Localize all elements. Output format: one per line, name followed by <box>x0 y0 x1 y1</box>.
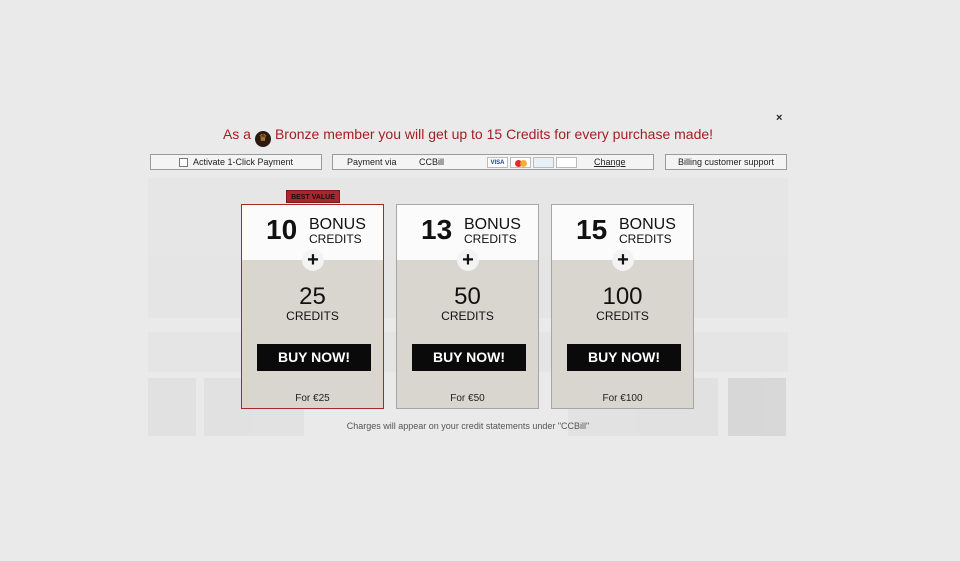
credit-package-100: 15 BONUS CREDITS + 100 CREDITS BUY NOW! … <box>551 204 694 409</box>
diners-club-icon <box>533 157 554 168</box>
credits-amount: 100 <box>602 283 643 310</box>
discover-icon <box>556 157 577 168</box>
change-payment-link[interactable]: Change <box>594 157 626 167</box>
package-price: For €50 <box>450 393 485 404</box>
bonus-credits-label: CREDITS <box>464 232 517 246</box>
bronze-medal-icon: ♛ <box>254 131 271 147</box>
package-price: For €25 <box>295 393 330 404</box>
card-logos: VISA <box>487 157 577 168</box>
one-click-checkbox[interactable] <box>178 157 188 167</box>
billing-support-button[interactable]: Billing customer support <box>665 154 787 170</box>
plus-icon: + <box>612 249 634 271</box>
mastercard-icon <box>510 157 531 168</box>
payment-processor: CCBill <box>419 157 445 167</box>
credit-package-25: BEST VALUE 10 BONUS CREDITS + 25 CREDITS… <box>241 190 384 409</box>
billing-footnote: Charges will appear on your credit state… <box>346 421 590 431</box>
buy-now-button[interactable]: BUY NOW! <box>257 344 371 371</box>
promo-message: As a ♛ Bronze member you will get up to 15… <box>143 126 793 147</box>
one-click-payment-toggle[interactable]: Activate 1-Click Payment <box>150 154 322 170</box>
credit-package-50: 13 BONUS CREDITS + 50 CREDITS BUY NOW! F… <box>396 204 539 409</box>
best-value-badge: BEST VALUE <box>286 190 340 203</box>
package-price: For €100 <box>602 393 643 404</box>
visa-icon: VISA <box>487 157 508 168</box>
bonus-label: BONUS <box>309 216 366 233</box>
credits-label: CREDITS <box>286 309 339 323</box>
bonus-credits-label: CREDITS <box>619 232 672 246</box>
plus-icon: + <box>302 249 324 271</box>
buy-now-button[interactable]: BUY NOW! <box>567 344 681 371</box>
bonus-amount: 10 <box>266 214 298 245</box>
bonus-amount: 13 <box>421 214 453 245</box>
bonus-credits-label: CREDITS <box>309 232 362 246</box>
bonus-amount: 15 <box>576 214 608 245</box>
credits-label: CREDITS <box>441 309 494 323</box>
close-button[interactable]: × <box>776 112 782 124</box>
bonus-label: BONUS <box>464 216 521 233</box>
payment-via-label: Payment via <box>347 157 397 167</box>
credits-label: CREDITS <box>596 309 649 323</box>
buy-now-button[interactable]: BUY NOW! <box>412 344 526 371</box>
plus-icon: + <box>457 249 479 271</box>
bonus-label: BONUS <box>619 216 676 233</box>
promo-prefix: As a <box>222 126 251 142</box>
payment-method-bar: Payment via CCBill VISA Change <box>332 154 654 170</box>
buy-credits-modal: × As a ♛ Bronze member you will get up to … <box>143 108 793 438</box>
credits-amount: 50 <box>454 283 481 310</box>
one-click-label: Activate 1-Click Payment <box>192 157 294 167</box>
credits-amount: 25 <box>299 283 326 310</box>
promo-suffix: Bronze member you will get up to 15 Cred… <box>274 126 714 142</box>
